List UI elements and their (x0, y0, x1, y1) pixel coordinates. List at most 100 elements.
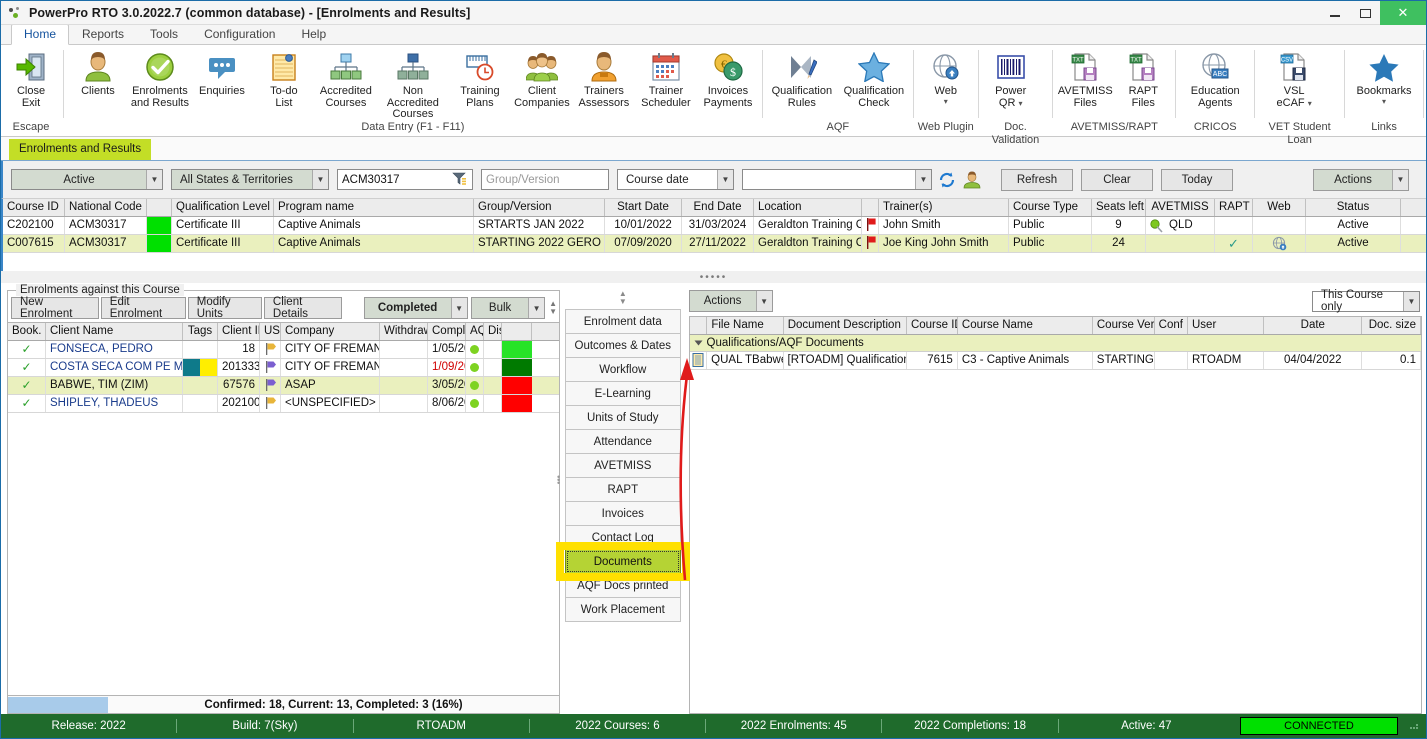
today-button[interactable]: Today (1161, 168, 1233, 191)
chevron-down-icon[interactable]: ▾ (944, 97, 948, 105)
tab-reports[interactable]: Reports (69, 24, 137, 44)
ribbon-invoices-payments[interactable]: € $ Invoices Payments (697, 45, 759, 109)
detail-tab-documents[interactable]: Documents (557, 543, 689, 580)
ribbon-clients[interactable]: Clients (67, 45, 129, 98)
edit-enrolment-button[interactable]: Edit Enrolment (100, 296, 186, 320)
ribbon-training-plans[interactable]: Training Plans (449, 45, 511, 109)
refresh-button[interactable]: Refresh (1001, 168, 1073, 191)
chevron-down-icon[interactable]: ▼ (146, 170, 162, 189)
detail-tab-avetmiss[interactable]: AVETMISS (565, 453, 681, 478)
chevron-down-icon[interactable]: ▼ (1392, 169, 1408, 190)
chevron-down-icon[interactable]: ▼ (755, 291, 772, 311)
chevron-down-icon[interactable]: ▼ (619, 298, 627, 306)
detail-tab-workflow[interactable]: Workflow (565, 357, 681, 382)
extra-filter-dropdown[interactable]: ▼ (742, 169, 932, 190)
enrolment-col-header[interactable] (502, 323, 532, 340)
document-row[interactable]: QUAL TBabwe [RTOADM] Qualification -7615 C… (689, 352, 1421, 370)
document-col-header[interactable]: File Name (707, 317, 784, 334)
document-col-header[interactable]: Date (1264, 317, 1363, 334)
ribbon-bookmarks[interactable]: Bookmarks ▾ (1348, 45, 1420, 105)
ribbon-education-agents[interactable]: ABC Education Agents (1179, 45, 1251, 109)
tab-configuration[interactable]: Configuration (191, 24, 288, 44)
course-col-header[interactable]: Qualification Level (172, 199, 274, 216)
ribbon-qualification-check[interactable]: Qualification Check (838, 45, 910, 109)
course-col-header[interactable] (862, 199, 879, 216)
document-col-header[interactable]: Doc. size (1362, 317, 1422, 334)
vtab-scroll-spinner[interactable]: ▲ ▼ (565, 290, 681, 310)
minimize-button[interactable] (1320, 1, 1350, 25)
bulk-split-button[interactable]: Bulk ▼ (471, 297, 546, 319)
tab-help[interactable]: Help (288, 24, 339, 44)
chevron-down-icon[interactable]: ▼ (450, 298, 467, 318)
detail-tab-work-placement[interactable]: Work Placement (565, 597, 681, 622)
refresh-icon[interactable] (936, 169, 958, 191)
course-col-header[interactable]: Seats left (1092, 199, 1146, 216)
course-col-header[interactable]: Group/Version (474, 199, 605, 216)
enrolment-col-header[interactable]: AQF (466, 323, 484, 340)
course-col-header[interactable]: Web (1253, 199, 1306, 216)
enrolment-row[interactable]: ✓BABWE, TIM (ZIM) 67576 ASAP 3/05/202 (8, 377, 559, 395)
chevron-down-icon[interactable]: ▾ (1018, 99, 1022, 108)
course-col-header[interactable]: RAPT (1215, 199, 1253, 216)
detail-tab-outcomes-dates[interactable]: Outcomes & Dates (565, 333, 681, 358)
ribbon-enquiries[interactable]: Enquiries (191, 45, 253, 98)
enrolment-col-header[interactable]: Client Name (46, 323, 183, 340)
course-col-header[interactable]: Location (754, 199, 862, 216)
course-col-header[interactable]: Start Date (605, 199, 682, 216)
ribbon-accredited-courses[interactable]: Accredited Courses (315, 45, 377, 109)
new-enrolment-button[interactable]: New Enrolment (11, 296, 99, 320)
ribbon-power-qr[interactable]: Power QR ▾ (982, 45, 1040, 109)
enrolment-col-header[interactable]: Dis (484, 323, 502, 340)
enrolment-col-header[interactable]: Book. (8, 323, 46, 340)
course-col-header[interactable]: Program name (274, 199, 474, 216)
ribbon-web[interactable]: Web ▾ (917, 45, 975, 105)
chevron-down-icon[interactable]: ▼ (1403, 291, 1419, 311)
course-col-header[interactable]: National Code▲ (65, 199, 147, 216)
detail-tab-enrolment-data[interactable]: Enrolment data (565, 309, 681, 334)
clear-button[interactable]: Clear (1081, 168, 1153, 191)
chevron-down-icon[interactable]: ▼ (312, 170, 328, 189)
chevron-down-icon[interactable]: ▼ (717, 170, 733, 189)
ribbon-trainers-assessors[interactable]: Trainers Assessors (573, 45, 635, 109)
detail-tab-attendance[interactable]: Attendance (565, 429, 681, 454)
detail-tab-units-of-study[interactable]: Units of Study (565, 405, 681, 430)
course-col-header[interactable] (147, 199, 172, 216)
close-button[interactable]: ✕ (1380, 1, 1426, 25)
documents-actions-split-button[interactable]: Actions ▼ (688, 290, 773, 312)
filter-funnel-icon[interactable] (452, 171, 468, 189)
vertical-splitter-grip[interactable]: • • • (557, 473, 560, 488)
course-col-header[interactable]: Course ID (3, 199, 65, 216)
group-version-input[interactable]: Group/Version (481, 169, 609, 190)
chevron-down-icon[interactable]: ▼ (915, 170, 931, 189)
course-date-dropdown[interactable]: Course date ▼ (617, 169, 734, 190)
chevron-down-icon[interactable]: ▼ (528, 298, 545, 318)
enrolment-col-header[interactable]: Client ID (218, 323, 260, 340)
tab-tools[interactable]: Tools (137, 24, 191, 44)
course-row[interactable]: C007615 ACM30317 Certificate III Captive An… (3, 235, 1426, 253)
person-filter-icon[interactable] (961, 169, 983, 191)
national-code-input[interactable]: ACM30317 (337, 169, 473, 190)
tab-home[interactable]: Home (11, 24, 70, 45)
course-col-header[interactable]: AVETMISS (1146, 199, 1215, 216)
documents-group-row[interactable]: Qualifications/AQF Documents (689, 335, 1421, 352)
resize-grip-icon[interactable] (1408, 719, 1422, 734)
ribbon-non-accredited-courses[interactable]: Non Accredited Courses (377, 45, 449, 121)
enrolment-col-header[interactable]: Completed (428, 323, 466, 340)
detail-tab-invoices[interactable]: Invoices (565, 501, 681, 526)
chevron-down-icon[interactable]: ▾ (1308, 99, 1312, 108)
actions-split-button[interactable]: Actions ▼ (1313, 168, 1409, 191)
document-col-header[interactable]: Document Description (784, 317, 907, 334)
ribbon-vsl-ecaf[interactable]: CSV VSL eCAF ▾ (1258, 45, 1330, 109)
client-details-button[interactable]: Client Details (263, 296, 343, 320)
modify-units-button[interactable]: Modify Units (187, 296, 262, 320)
course-col-header[interactable]: End Date (682, 199, 754, 216)
course-col-header[interactable]: Trainer(s) (879, 199, 1009, 216)
maximize-button[interactable] (1350, 1, 1380, 25)
horizontal-splitter[interactable]: ••••• (1, 271, 1426, 283)
documents-scope-dropdown[interactable]: This Course only ▼ (1312, 289, 1420, 313)
enrolment-col-header[interactable]: Tags (183, 323, 218, 340)
detail-tab-rapt[interactable]: RAPT (565, 477, 681, 502)
enrolment-col-header[interactable]: Withdrawn (380, 323, 428, 340)
enrolment-scroll-spinner[interactable]: ▲ ▼ (549, 300, 557, 316)
document-col-header[interactable]: Course Name (958, 317, 1093, 334)
